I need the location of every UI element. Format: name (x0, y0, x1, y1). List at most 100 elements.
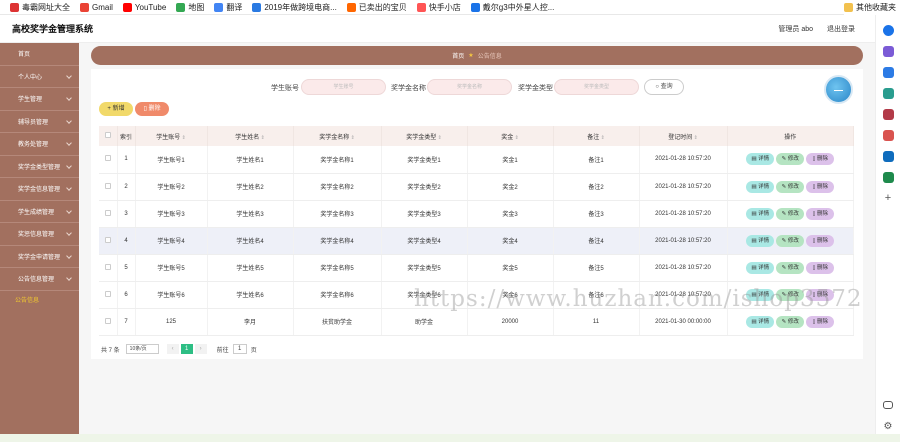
table-cell: 学生姓名5 (207, 254, 294, 282)
scholarship-type-input[interactable]: 奖学金类型 (554, 79, 639, 95)
column-header[interactable]: 登记时间 ⇕ (639, 126, 728, 146)
sort-icon[interactable]: ⇕ (259, 135, 265, 141)
table-cell: 1 (117, 146, 136, 174)
query-button[interactable]: ○ 查询 (644, 79, 684, 95)
row-delete-button[interactable]: ▯ 删除 (806, 261, 835, 274)
row-delete-button[interactable]: ▯ 删除 (806, 234, 835, 247)
sidebar-item[interactable]: 奖学金信息管理 (0, 178, 79, 201)
office-icon[interactable] (882, 130, 894, 141)
bookmark-item[interactable]: YouTube (122, 2, 166, 12)
bookmark-item[interactable]: 翻译 (214, 2, 242, 13)
row-checkbox[interactable] (104, 155, 111, 162)
sidebar-item[interactable]: 个人中心 (0, 66, 79, 88)
sidebar-subitem-notice[interactable]: 公告信息 (0, 291, 79, 309)
table-cell: 学生账号6 (135, 281, 208, 309)
delete-button[interactable]: ▯ 删除 (135, 102, 169, 116)
sidebar-item[interactable]: 奖学金申请管理 (0, 246, 79, 268)
bookmark-item[interactable]: 地图 (176, 2, 204, 13)
sidebar-item[interactable]: 学生管理 (0, 88, 79, 111)
row-select-cell (99, 227, 118, 255)
sort-icon[interactable]: ⇕ (513, 135, 519, 141)
edit-button[interactable]: ✎ 修改 (776, 153, 805, 166)
sort-icon[interactable]: ⇕ (180, 135, 186, 141)
edit-button[interactable]: ✎ 修改 (776, 315, 805, 328)
copilot-icon[interactable] (882, 46, 894, 57)
settings-icon[interactable]: ⚙ (883, 421, 894, 432)
detail-button[interactable]: ▤ 详情 (746, 207, 775, 220)
detail-button[interactable]: ▤ 详情 (746, 153, 775, 166)
row-checkbox[interactable] (104, 182, 111, 189)
bookmark-item[interactable]: 戴尔g3中外星人控... (470, 2, 554, 13)
sidebar-item[interactable]: 奖学金类型管理 (0, 156, 79, 178)
other-bookmarks[interactable]: 其他收藏夹 (844, 0, 900, 15)
sidebar-toggle-icon[interactable] (883, 401, 893, 409)
breadcrumb-home[interactable]: 首页 (452, 51, 464, 60)
person-icon[interactable] (882, 109, 894, 120)
edit-button[interactable]: ✎ 修改 (776, 234, 805, 247)
scholarship-name-input[interactable]: 奖学金名称 (427, 79, 512, 95)
sort-icon[interactable]: ⇕ (436, 135, 442, 141)
edit-button[interactable]: ✎ 修改 (776, 261, 805, 274)
student-account-input[interactable]: 学生账号 (301, 79, 386, 95)
sidebar-item[interactable]: 首页 (0, 43, 79, 66)
row-delete-button[interactable]: ▯ 删除 (806, 180, 835, 193)
current-page[interactable]: 1 (180, 344, 193, 354)
column-header[interactable]: 奖学金类型 ⇕ (381, 126, 468, 146)
tree-icon[interactable] (882, 172, 894, 183)
bookmark-item[interactable]: 毒霸网址大全 (10, 2, 70, 13)
scholarship-type-label: 奖学金类型 (518, 85, 553, 92)
column-header[interactable]: 备注 ⇕ (553, 126, 640, 146)
row-delete-button[interactable]: ▯ 删除 (806, 315, 835, 328)
bookmark-item[interactable]: 已卖出的宝贝 (346, 2, 407, 13)
select-all-checkbox[interactable] (104, 132, 111, 138)
column-header[interactable]: 操作 (727, 126, 854, 146)
column-header[interactable]: 奖金 ⇕ (467, 126, 554, 146)
next-page-button[interactable]: › (194, 344, 207, 354)
chevron-down-icon (66, 72, 72, 79)
sidebar-item[interactable]: 公告信息管理 (0, 268, 79, 291)
column-header[interactable]: 奖学金名称 ⇕ (293, 126, 382, 146)
chevron-down-icon (66, 162, 72, 169)
row-delete-button[interactable]: ▯ 删除 (806, 207, 835, 220)
detail-button[interactable]: ▤ 详情 (746, 234, 775, 247)
toolbox-icon[interactable] (882, 88, 894, 99)
outlook-icon[interactable] (882, 151, 894, 162)
bookmark-item[interactable]: 2019年做跨境电商... (252, 2, 337, 13)
row-checkbox[interactable] (104, 290, 111, 297)
sidebar-item[interactable]: 辅导员管理 (0, 111, 79, 133)
prev-page-button[interactable]: ‹ (166, 344, 179, 354)
chevron-down-icon (66, 275, 72, 281)
plus-icon[interactable]: + (883, 193, 894, 204)
row-checkbox[interactable] (104, 236, 111, 243)
logout-link[interactable]: 退出登录 (827, 24, 855, 34)
sidebar-item[interactable]: 教务处管理 (0, 133, 79, 156)
row-checkbox[interactable] (104, 209, 111, 216)
sort-icon[interactable]: ⇕ (692, 135, 698, 141)
sidebar-item[interactable]: 奖惩信息管理 (0, 223, 79, 246)
column-header[interactable]: 学生账号 ⇕ (135, 126, 208, 146)
row-delete-button[interactable]: ▯ 删除 (806, 153, 835, 166)
row-checkbox[interactable] (104, 263, 111, 270)
bookmark-item[interactable]: Gmail (80, 2, 113, 12)
pagination: 共 7 条 10条/页 ‹ 1 › 前往 1 页 (101, 344, 257, 354)
tag-icon[interactable] (882, 67, 894, 78)
add-button[interactable]: + 新增 (99, 102, 133, 116)
detail-button[interactable]: ▤ 详情 (746, 315, 775, 328)
edit-button[interactable]: ✎ 修改 (776, 207, 805, 220)
edit-button[interactable]: ✎ 修改 (776, 180, 805, 193)
sort-icon[interactable]: ⇕ (599, 135, 605, 141)
goto-page-input[interactable]: 1 (232, 344, 247, 354)
detail-button[interactable]: ▤ 详情 (746, 261, 775, 274)
sort-icon[interactable]: ⇕ (349, 135, 355, 141)
row-actions: ▤ 详情 ✎ 修改 ▯ 删除 (727, 254, 854, 282)
page-size-select[interactable]: 10条/页 (125, 344, 159, 354)
bookmark-item[interactable]: 快手小店 (416, 2, 461, 13)
column-header[interactable]: 索引 (117, 126, 136, 146)
row-checkbox[interactable] (104, 317, 111, 324)
detail-button[interactable]: ▤ 详情 (746, 180, 775, 193)
bookmark-label: 地图 (188, 2, 205, 12)
table-cell: 学生姓名4 (207, 227, 294, 255)
search-icon[interactable] (882, 25, 894, 36)
column-header[interactable]: 学生姓名 ⇕ (207, 126, 294, 146)
sidebar-item[interactable]: 学生成绩管理 (0, 201, 79, 223)
